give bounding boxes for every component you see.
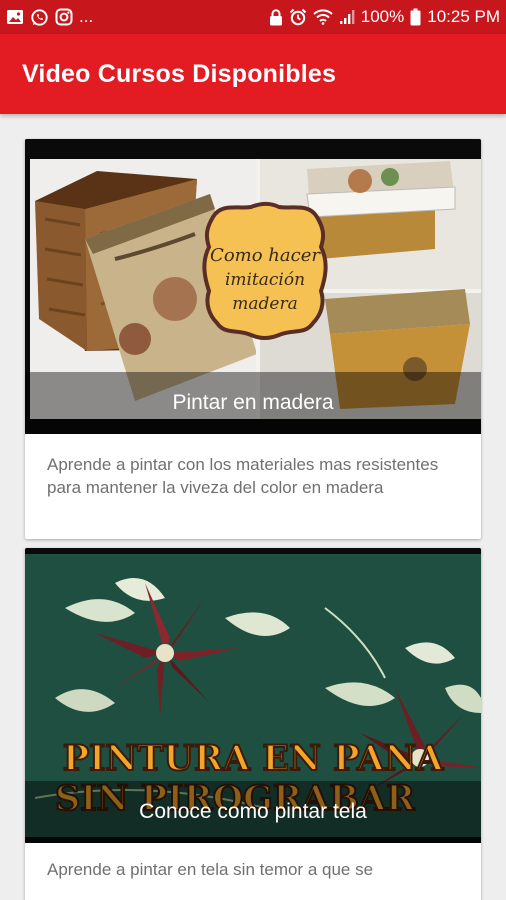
- alarm-icon: [289, 8, 307, 26]
- svg-text:madera: madera: [232, 294, 297, 314]
- battery-icon: [410, 8, 421, 26]
- status-bar: ... 100% 10:25 PM: [0, 0, 506, 34]
- course-description: Aprende a pintar en tela sin temor a que…: [47, 860, 374, 879]
- caption-overlay: Conoce como pintar tela: [25, 781, 481, 843]
- course-thumbnail[interactable]: Como hacer imitación madera Pintar en ma…: [25, 139, 481, 434]
- svg-text:Como hacer: Como hacer: [210, 245, 321, 266]
- course-card[interactable]: PINTURA EN PANA SIN PIROGRABAR Conoce co…: [25, 548, 481, 900]
- thumbnail-title-line1: PINTURA EN PANA: [63, 738, 444, 779]
- svg-text:imitación: imitación: [225, 270, 305, 290]
- course-card[interactable]: Como hacer imitación madera Pintar en ma…: [25, 139, 481, 539]
- caption-overlay: Pintar en madera: [25, 372, 481, 434]
- course-thumbnail[interactable]: PINTURA EN PANA SIN PIROGRABAR Conoce co…: [25, 548, 481, 843]
- more-notifications: ...: [79, 7, 94, 26]
- whatsapp-icon: [30, 8, 49, 27]
- course-title: Conoce como pintar tela: [139, 800, 367, 823]
- course-list[interactable]: Como hacer imitación madera Pintar en ma…: [0, 114, 506, 900]
- course-title: Pintar en madera: [172, 391, 334, 414]
- wifi-icon: [313, 9, 333, 25]
- app-bar: Video Cursos Disponibles: [0, 34, 506, 114]
- page-title: Video Cursos Disponibles: [22, 59, 337, 88]
- battery-percent: 100%: [360, 7, 405, 26]
- course-description: Aprende a pintar con los materiales mas …: [47, 455, 439, 497]
- instagram-icon: [55, 8, 73, 26]
- image-icon: [6, 9, 24, 25]
- clock-time: 10:25 PM: [427, 7, 500, 26]
- lock-icon: [269, 8, 283, 26]
- signal-icon: [339, 9, 355, 25]
